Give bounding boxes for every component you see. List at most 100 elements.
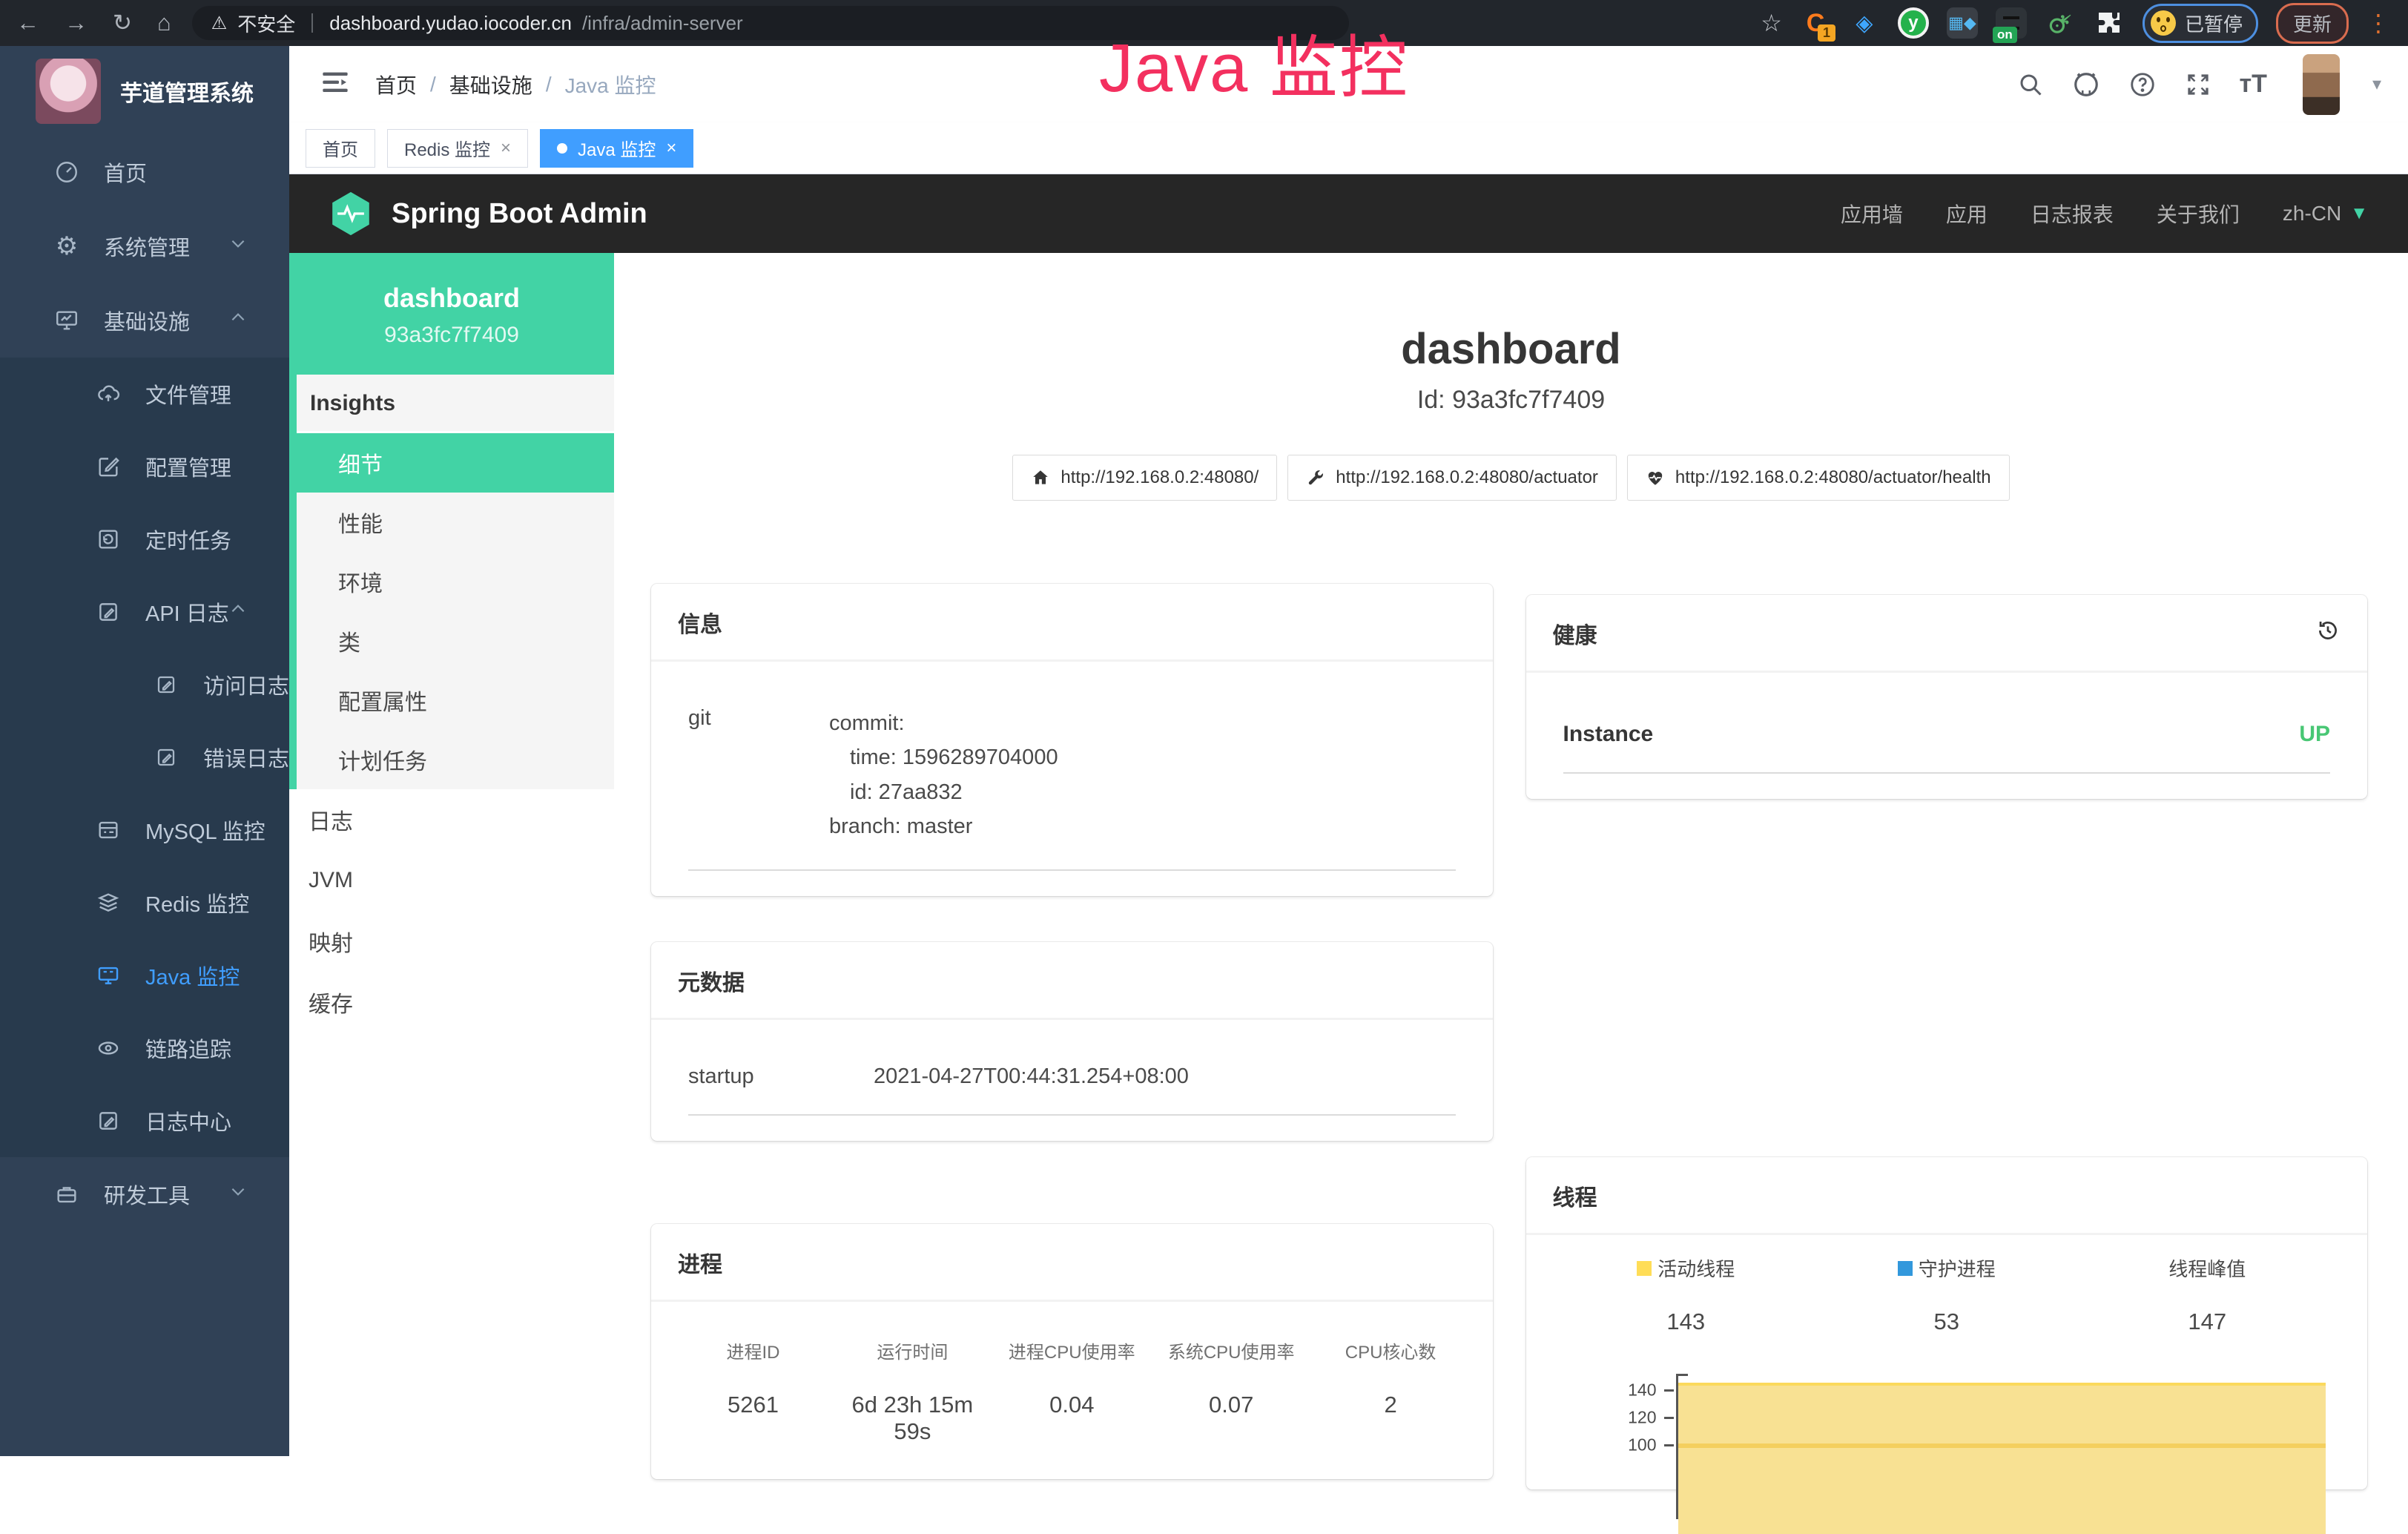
sba-nav-journal[interactable]: 日志报表 — [2031, 199, 2114, 228]
health-url-button[interactable]: http://192.168.0.2:48080/actuator/health — [1627, 455, 2010, 501]
sidebar-item-file-manage[interactable]: 文件管理 — [0, 358, 289, 430]
update-button[interactable]: 更新 — [2276, 3, 2349, 44]
instance-links: http://192.168.0.2:48080/ http://192.168… — [614, 455, 2408, 501]
sba-side-item-jvm[interactable]: JVM — [289, 850, 614, 911]
threads-card-title: 线程 — [1526, 1157, 2368, 1235]
health-card-title: 健康 — [1553, 617, 1597, 650]
sba-side-item-scheduled[interactable]: 计划任务 — [297, 730, 614, 789]
address-bar[interactable]: ⚠ 不安全 dashboard.yudao.iocoder.cn /infra/… — [192, 6, 1349, 40]
metadata-startup-row: startup 2021-04-27T00:44:31.254+08:00 — [688, 1047, 1456, 1089]
breadcrumb-infra[interactable]: 基础设施 — [449, 70, 532, 99]
hamburger-icon[interactable] — [320, 70, 350, 99]
extension-onetab-icon[interactable]: on — [1996, 7, 2027, 39]
extension-grid-icon[interactable]: ▦◆ — [1947, 7, 1978, 39]
tab-home[interactable]: 首页 — [306, 129, 375, 168]
health-instance-row: Instance UP — [1563, 699, 2331, 747]
browser-menu-icon[interactable]: ⋮ — [2366, 9, 2392, 37]
extension-colorpicker-icon[interactable]: C1 — [1800, 7, 1831, 39]
user-avatar[interactable] — [2303, 54, 2340, 115]
sidebar-item-log-center[interactable]: 日志中心 — [0, 1084, 289, 1157]
sidebar-item-mysql-monitor[interactable]: MySQL 监控 — [0, 794, 289, 866]
sba-side-item-details[interactable]: 细节 — [297, 433, 614, 493]
divider — [1563, 772, 2331, 774]
tab-java-monitor[interactable]: Java 监控 × — [540, 129, 693, 168]
doc-pen-icon — [153, 671, 179, 698]
java-monitor-icon — [95, 962, 122, 989]
pen-square-icon — [95, 453, 122, 480]
close-icon[interactable]: × — [666, 138, 676, 159]
sba-instance-name: dashboard — [297, 283, 607, 314]
browser-toolbar: ← → ↻ ⌂ ⚠ 不安全 dashboard.yudao.iocoder.cn… — [0, 0, 2408, 46]
sba-side-item-env[interactable]: 环境 — [297, 552, 614, 611]
legend-daemon-threads: 守护进程 53 — [1816, 1254, 2077, 1335]
history-icon[interactable] — [2315, 618, 2341, 649]
chart-area-fill — [1678, 1383, 2326, 1534]
sidebar-item-system[interactable]: ⚙ 系统管理 — [0, 209, 289, 283]
tags-view-bar: 首页 Redis 监控 × Java 监控 × — [289, 122, 2408, 174]
extension-y-icon[interactable]: y — [1898, 7, 1929, 39]
process-table: 进程ID5261 运行时间6d 23h 15m 59s 进程CPU使用率0.04… — [673, 1320, 1471, 1449]
breadcrumb-home[interactable]: 首页 — [375, 70, 417, 99]
sidebar-item-api-log[interactable]: API 日志 — [0, 576, 289, 648]
actuator-url-button[interactable]: http://192.168.0.2:48080/actuator — [1287, 455, 1617, 501]
close-icon[interactable]: × — [501, 138, 511, 159]
doc-pen-icon — [153, 744, 179, 771]
github-icon[interactable] — [2072, 70, 2100, 99]
url-path: /infra/admin-server — [582, 12, 743, 35]
chevron-up-icon — [228, 308, 248, 333]
sba-nav-about[interactable]: 关于我们 — [2157, 199, 2240, 228]
forward-icon[interactable]: → — [65, 10, 88, 36]
health-card: 健康 Instance UP — [1526, 595, 2368, 799]
back-icon[interactable]: ← — [16, 10, 39, 36]
reload-icon[interactable]: ↻ — [113, 10, 132, 36]
gear-icon: ⚙ — [53, 233, 80, 260]
sba-nav-wallboard[interactable]: 应用墙 — [1841, 199, 1903, 228]
tab-redis-monitor[interactable]: Redis 监控 × — [387, 129, 528, 168]
sidebar-item-infra[interactable]: 基础设施 — [0, 283, 289, 358]
sba-side-item-configprops[interactable]: 配置属性 — [297, 671, 614, 730]
sba-side-item-classes[interactable]: 类 — [297, 611, 614, 671]
search-icon[interactable] — [2017, 71, 2044, 98]
extension-pin-icon[interactable]: ◈ — [1849, 7, 1880, 39]
sba-brand[interactable]: Spring Boot Admin — [392, 198, 647, 230]
threads-card: 线程 活动线程 143 守护进程 53 — [1526, 1157, 2368, 1489]
wrench-icon — [1306, 468, 1325, 487]
sba-locale-select[interactable]: zh-CN ▼ — [2283, 202, 2368, 226]
chevron-down-icon: ▼ — [2350, 203, 2368, 224]
page-title: dashboard — [614, 324, 2408, 374]
sidebar-item-access-log[interactable]: 访问日志 — [0, 648, 289, 721]
fullscreen-icon[interactable] — [2185, 71, 2211, 98]
service-url-button[interactable]: http://192.168.0.2:48080/ — [1012, 455, 1277, 501]
main-sidebar: 芋道管理系统 首页 ⚙ 系统管理 基础设施 — [0, 46, 289, 1456]
sba-side-item-metrics[interactable]: 性能 — [297, 493, 614, 552]
profile-face-icon — [2151, 10, 2176, 36]
bookmark-star-icon[interactable]: ☆ — [1761, 9, 1782, 37]
sba-side-item-caches[interactable]: 缓存 — [289, 972, 614, 1033]
address-divider — [311, 13, 313, 33]
home-icon[interactable]: ⌂ — [157, 10, 171, 36]
sba-side-item-logs[interactable]: 日志 — [289, 789, 614, 850]
help-icon[interactable] — [2128, 70, 2157, 99]
sidebar-item-devtools[interactable]: 研发工具 — [0, 1157, 289, 1231]
legend-peak-threads: 线程峰值 147 — [2077, 1254, 2338, 1335]
sba-nav-applications[interactable]: 应用 — [1946, 199, 1988, 228]
sidebar-item-redis-monitor[interactable]: Redis 监控 — [0, 866, 289, 939]
extension-search-icon[interactable]: 🜚 — [2045, 7, 2076, 39]
sba-side-item-mappings[interactable]: 映射 — [289, 911, 614, 972]
url-host: dashboard.yudao.iocoder.cn — [329, 12, 572, 35]
sidebar-item-config-manage[interactable]: 配置管理 — [0, 430, 289, 503]
sidebar-item-scheduled-jobs[interactable]: 定时任务 — [0, 503, 289, 576]
font-size-icon[interactable]: ᴛT — [2240, 70, 2267, 99]
sidebar-item-error-log[interactable]: 错误日志 — [0, 721, 289, 794]
extensions-puzzle-icon[interactable] — [2094, 7, 2125, 39]
sidebar-item-tracing[interactable]: 链路追踪 — [0, 1012, 289, 1084]
sidebar-item-java-monitor[interactable]: Java 监控 — [0, 939, 289, 1012]
home-icon — [1031, 468, 1050, 487]
status-badge: UP — [2299, 722, 2330, 747]
profile-paused-badge[interactable]: 已暂停 — [2143, 4, 2258, 43]
user-caret-icon[interactable]: ▾ — [2372, 73, 2381, 95]
info-card-title: 信息 — [651, 584, 1493, 662]
sidebar-item-home[interactable]: 首页 — [0, 135, 289, 209]
cloud-upload-icon — [95, 381, 122, 407]
sba-insights-label: Insights — [297, 375, 614, 433]
